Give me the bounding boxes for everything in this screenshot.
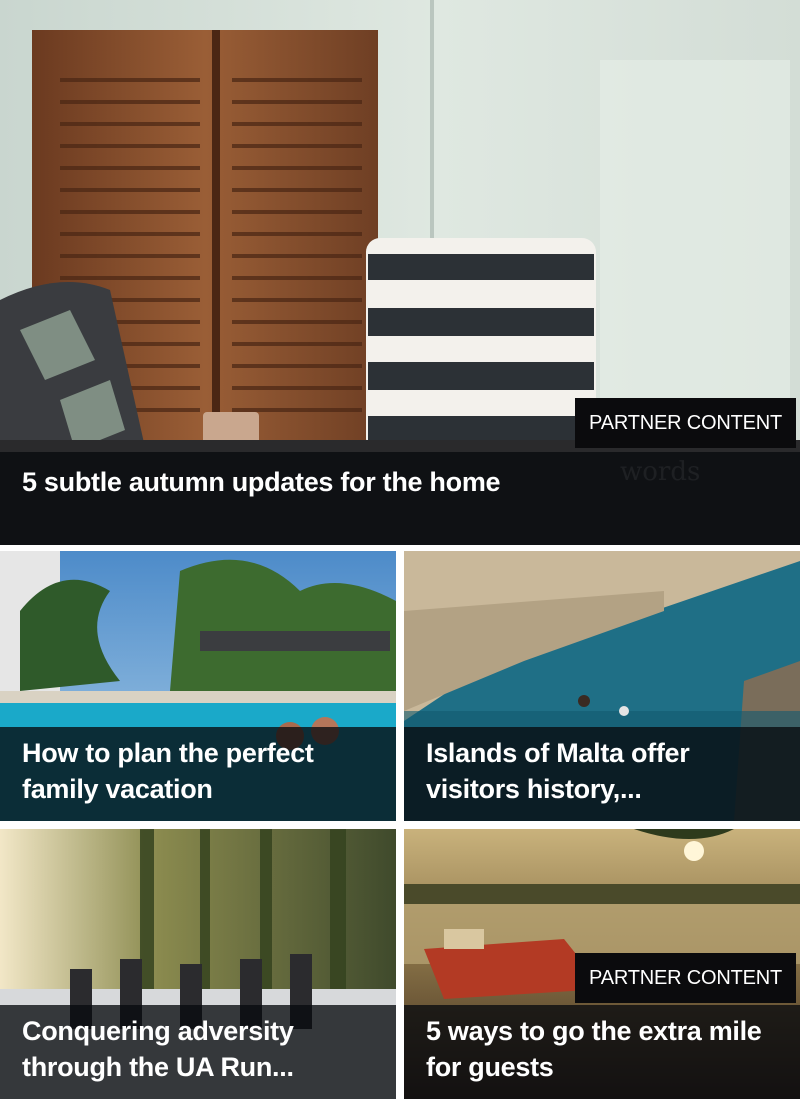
article-title[interactable]: Conquering adversity through the UA Run.… — [0, 1005, 396, 1099]
hero-article-title[interactable]: 5 subtle autumn updates for the home — [0, 452, 800, 545]
article-title[interactable]: Islands of Malta offer visitors history,… — [404, 727, 800, 821]
partner-content-badge: PARTNER CONTENT — [575, 398, 796, 448]
article-card-family-vacation[interactable]: How to plan the perfect family vacation — [0, 551, 396, 821]
partner-content-badge: PARTNER CONTENT — [575, 953, 796, 1003]
article-card-malta[interactable]: Islands of Malta offer visitors history,… — [404, 551, 800, 821]
article-title[interactable]: How to plan the perfect family vacation — [0, 727, 396, 821]
article-card-ua-run[interactable]: Conquering adversity through the UA Run.… — [0, 829, 396, 1099]
hero-article-card[interactable]: words PARTNER CONTENT 5 subtle autumn up… — [0, 0, 800, 545]
article-card-extra-mile[interactable]: PARTNER CONTENT 5 ways to go the extra m… — [404, 829, 800, 1099]
article-title[interactable]: 5 ways to go the extra mile for guests — [404, 1005, 800, 1099]
